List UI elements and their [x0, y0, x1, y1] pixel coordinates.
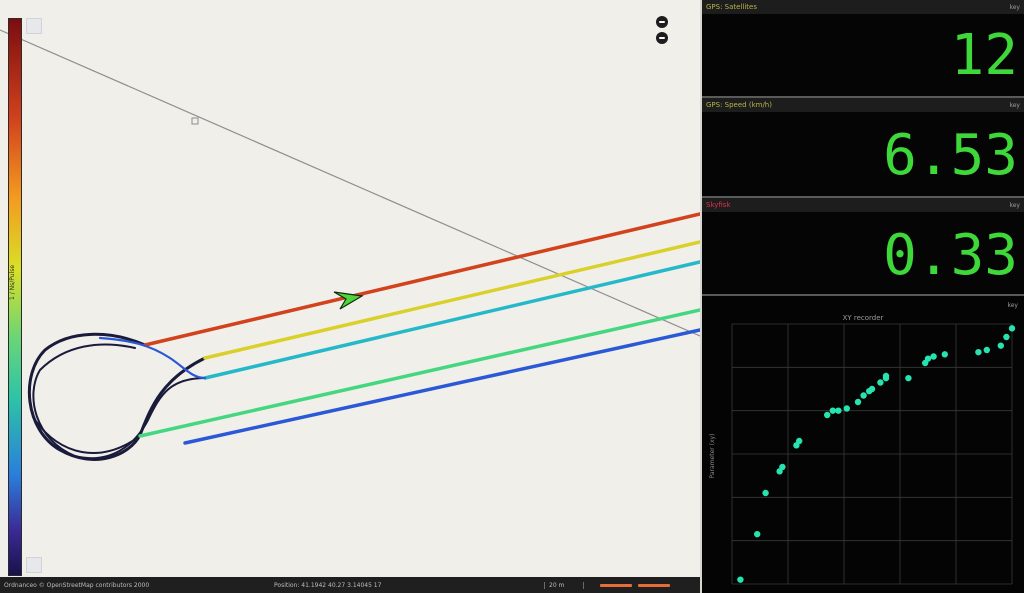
track-blue	[183, 328, 700, 445]
colorbar-label: 1 / Ns/Pulse	[9, 264, 16, 300]
widget-title: GPS: Speed (km/h)	[706, 101, 772, 109]
scatter-point	[843, 405, 850, 412]
scatter-point	[796, 437, 803, 445]
scatter-point	[924, 355, 932, 362]
map-scale: 20 m	[544, 581, 584, 589]
scatter-point	[754, 530, 761, 538]
widget-value: 6.53	[883, 123, 1018, 188]
widget-panel: GPS: Satellites key 12 GPS: Speed (km/h)…	[702, 0, 1024, 593]
widget-gps-speed[interactable]: GPS: Speed (km/h) key 6.53	[702, 98, 1024, 198]
scatter-point	[835, 407, 842, 414]
widget-title: GPS: Satellites	[706, 3, 757, 11]
scatter-point	[854, 398, 862, 406]
map-corner-square-bottom	[26, 557, 42, 573]
status-bar-segment	[600, 583, 632, 587]
zoom-in-button[interactable]	[656, 16, 668, 28]
widget-value: 12	[950, 23, 1018, 88]
status-bar-segment	[638, 583, 670, 587]
widget-key: key	[1009, 201, 1020, 209]
widget-gps-satellites[interactable]: GPS: Satellites key 12	[702, 0, 1024, 98]
widget-key: key	[1009, 3, 1020, 11]
widget-header: GPS: Speed (km/h) key	[702, 98, 1024, 112]
scatter-point	[997, 342, 1004, 349]
widget-header: GPS: Satellites key	[702, 0, 1024, 14]
map-view[interactable]: 1 / Ns/Pulse Ordnanceo © OpenStreetMap c…	[0, 0, 702, 593]
scatter-point	[882, 372, 890, 380]
widget-skyfisk[interactable]: Skyfisk key 0.33	[702, 198, 1024, 296]
map-status-bars	[584, 583, 670, 587]
widget-key: key	[1009, 101, 1020, 109]
scatter-point	[860, 392, 867, 399]
scatter-point	[1008, 325, 1016, 332]
widget-title: Skyfisk	[706, 201, 731, 209]
track-yellow	[203, 240, 700, 360]
map-corner-square-top	[26, 18, 42, 34]
zoom-in-icon	[659, 21, 665, 23]
scatter-point	[930, 353, 937, 360]
track-cyan	[203, 260, 700, 380]
scatter-point	[1003, 333, 1010, 341]
map-status-bar: Ordnanceo © OpenStreetMap contributors 2…	[0, 577, 700, 593]
reference-marker	[191, 117, 199, 125]
app-window: 1 / Ns/Pulse Ordnanceo © OpenStreetMap c…	[0, 0, 1024, 593]
scatter-point	[762, 489, 769, 497]
scatter-plot: Parameter (xy)	[709, 323, 1016, 585]
widget-header: Skyfisk key	[702, 198, 1024, 212]
scatter-point	[737, 576, 744, 583]
scatter-point	[779, 463, 786, 471]
map-position-readout: Position: 41.1942 40.27 3.14045 17	[274, 581, 382, 589]
track-loop-inner	[32, 343, 206, 460]
scatter-y-label: Parameter (xy)	[709, 434, 716, 479]
scatter-point	[877, 379, 884, 386]
reference-line	[0, 29, 700, 337]
scatter-point	[975, 348, 982, 356]
scatter-point	[868, 385, 876, 393]
widget-xy-recorder[interactable]: key XY recorder Parameter (xy)	[702, 296, 1024, 593]
scatter-point	[824, 411, 831, 419]
scatter-point	[905, 374, 912, 382]
widget-value: 0.33	[883, 223, 1018, 288]
scatter-point	[941, 351, 948, 358]
scatter-point	[829, 407, 836, 414]
map-canvas	[0, 29, 700, 461]
scatter-point	[983, 346, 990, 354]
zoom-out-button[interactable]	[656, 32, 668, 44]
zoom-out-icon	[659, 37, 665, 39]
map-attribution: Ordnanceo © OpenStreetMap contributors 2…	[4, 581, 150, 589]
